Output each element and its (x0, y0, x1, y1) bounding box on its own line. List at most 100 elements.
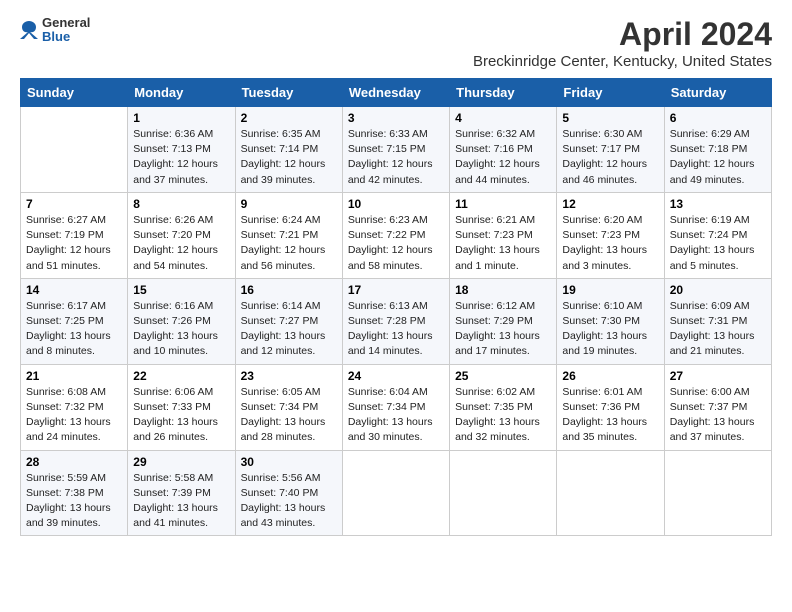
day-number: 11 (455, 197, 551, 211)
logo-bird-icon (20, 19, 38, 41)
cell-content: Sunrise: 6:08 AM Sunset: 7:32 PM Dayligh… (26, 385, 122, 446)
calendar-cell: 27Sunrise: 6:00 AM Sunset: 7:37 PM Dayli… (664, 364, 771, 450)
calendar-cell: 15 Sunrise: 6:16 AM Sunset: 7:26 PM Dayli… (128, 278, 235, 364)
calendar-cell: 23 Sunrise: 6:05 AM Sunset: 7:34 PM Dayli… (235, 364, 342, 450)
calendar-cell: 24 Sunrise: 6:04 AM Sunset: 7:34 PM Dayli… (342, 364, 449, 450)
calendar-cell: 29Sunrise: 5:58 AM Sunset: 7:39 PM Dayli… (128, 450, 235, 536)
cell-content: Sunrise: 5:56 AM Sunset: 7:40 PM Dayligh… (241, 471, 337, 532)
calendar-header: SundayMondayTuesdayWednesdayThursdayFrid… (21, 79, 772, 107)
cell-content: Sunrise: 6:10 AM Sunset: 7:30 PM Dayligh… (562, 299, 658, 360)
calendar-table: SundayMondayTuesdayWednesdayThursdayFrid… (20, 78, 772, 536)
cell-content: Sunrise: 6:09 AM Sunset: 7:31 PM Dayligh… (670, 299, 766, 360)
cell-content: Sunrise: 6:00 AM Sunset: 7:37 PM Dayligh… (670, 385, 766, 446)
calendar-cell: 11Sunrise: 6:21 AM Sunset: 7:23 PM Dayli… (450, 192, 557, 278)
calendar-cell: 1Sunrise: 6:36 AM Sunset: 7:13 PM Daylig… (128, 107, 235, 193)
calendar-cell: 28Sunrise: 5:59 AM Sunset: 7:38 PM Dayli… (21, 450, 128, 536)
cell-content: Sunrise: 5:59 AM Sunset: 7:38 PM Dayligh… (26, 471, 122, 532)
calendar-cell: 3 Sunrise: 6:33 AM Sunset: 7:15 PM Daylig… (342, 107, 449, 193)
cell-content: Sunrise: 6:35 AM Sunset: 7:14 PM Dayligh… (241, 127, 337, 188)
day-number: 14 (26, 283, 122, 297)
day-number: 25 (455, 369, 551, 383)
cell-content: Sunrise: 6:01 AM Sunset: 7:36 PM Dayligh… (562, 385, 658, 446)
cell-content: Sunrise: 6:26 AM Sunset: 7:20 PM Dayligh… (133, 213, 229, 274)
cell-content: Sunrise: 6:05 AM Sunset: 7:34 PM Dayligh… (241, 385, 337, 446)
title-area: April 2024 Breckinridge Center, Kentucky… (473, 16, 772, 70)
calendar-cell: 10 Sunrise: 6:23 AM Sunset: 7:22 PM Dayli… (342, 192, 449, 278)
calendar-cell: 19Sunrise: 6:10 AM Sunset: 7:30 PM Dayli… (557, 278, 664, 364)
calendar-cell: 21 Sunrise: 6:08 AM Sunset: 7:32 PM Dayli… (21, 364, 128, 450)
calendar-cell (342, 450, 449, 536)
cell-content: Sunrise: 6:29 AM Sunset: 7:18 PM Dayligh… (670, 127, 766, 188)
cell-content: Sunrise: 6:32 AM Sunset: 7:16 PM Dayligh… (455, 127, 551, 188)
day-number: 12 (562, 197, 658, 211)
day-number: 21 (26, 369, 122, 383)
calendar-cell (21, 107, 128, 193)
day-number: 2 (241, 111, 337, 125)
header-day-saturday: Saturday (664, 79, 771, 107)
header-day-sunday: Sunday (21, 79, 128, 107)
header-day-monday: Monday (128, 79, 235, 107)
page-title: April 2024 (473, 16, 772, 53)
day-number: 22 (133, 369, 229, 383)
calendar-cell (664, 450, 771, 536)
day-number: 3 (348, 111, 444, 125)
day-number: 26 (562, 369, 658, 383)
cell-content: Sunrise: 6:02 AM Sunset: 7:35 PM Dayligh… (455, 385, 551, 446)
calendar-cell: 8Sunrise: 6:26 AM Sunset: 7:20 PM Daylig… (128, 192, 235, 278)
cell-content: Sunrise: 6:06 AM Sunset: 7:33 PM Dayligh… (133, 385, 229, 446)
calendar-cell: 4 Sunrise: 6:32 AM Sunset: 7:16 PM Daylig… (450, 107, 557, 193)
calendar-week-2: 7 Sunrise: 6:27 AM Sunset: 7:19 PM Daylig… (21, 192, 772, 278)
calendar-cell: 17 Sunrise: 6:13 AM Sunset: 7:28 PM Dayli… (342, 278, 449, 364)
day-number: 1 (133, 111, 229, 125)
cell-content: Sunrise: 6:04 AM Sunset: 7:34 PM Dayligh… (348, 385, 444, 446)
day-number: 24 (348, 369, 444, 383)
day-number: 13 (670, 197, 766, 211)
calendar-cell: 13 Sunrise: 6:19 AM Sunset: 7:24 PM Dayli… (664, 192, 771, 278)
day-number: 20 (670, 283, 766, 297)
calendar-week-1: 1Sunrise: 6:36 AM Sunset: 7:13 PM Daylig… (21, 107, 772, 193)
calendar-cell: 9Sunrise: 6:24 AM Sunset: 7:21 PM Daylig… (235, 192, 342, 278)
header-day-wednesday: Wednesday (342, 79, 449, 107)
calendar-cell: 20 Sunrise: 6:09 AM Sunset: 7:31 PM Dayli… (664, 278, 771, 364)
calendar-week-3: 14 Sunrise: 6:17 AM Sunset: 7:25 PM Dayli… (21, 278, 772, 364)
cell-content: Sunrise: 6:19 AM Sunset: 7:24 PM Dayligh… (670, 213, 766, 274)
logo: General Blue (20, 16, 90, 45)
day-number: 7 (26, 197, 122, 211)
header-row: SundayMondayTuesdayWednesdayThursdayFrid… (21, 79, 772, 107)
header-day-tuesday: Tuesday (235, 79, 342, 107)
calendar-cell: 18 Sunrise: 6:12 AM Sunset: 7:29 PM Dayli… (450, 278, 557, 364)
calendar-cell: 12 Sunrise: 6:20 AM Sunset: 7:23 PM Dayli… (557, 192, 664, 278)
header-day-thursday: Thursday (450, 79, 557, 107)
page-subtitle: Breckinridge Center, Kentucky, United St… (473, 53, 772, 70)
cell-content: Sunrise: 6:33 AM Sunset: 7:15 PM Dayligh… (348, 127, 444, 188)
calendar-week-5: 28Sunrise: 5:59 AM Sunset: 7:38 PM Dayli… (21, 450, 772, 536)
cell-content: Sunrise: 6:20 AM Sunset: 7:23 PM Dayligh… (562, 213, 658, 274)
logo-blue: Blue (42, 30, 90, 44)
calendar-cell: 26 Sunrise: 6:01 AM Sunset: 7:36 PM Dayli… (557, 364, 664, 450)
cell-content: Sunrise: 6:16 AM Sunset: 7:26 PM Dayligh… (133, 299, 229, 360)
day-number: 15 (133, 283, 229, 297)
cell-content: Sunrise: 6:13 AM Sunset: 7:28 PM Dayligh… (348, 299, 444, 360)
calendar-cell: 6 Sunrise: 6:29 AM Sunset: 7:18 PM Daylig… (664, 107, 771, 193)
calendar-cell: 2 Sunrise: 6:35 AM Sunset: 7:14 PM Daylig… (235, 107, 342, 193)
cell-content: Sunrise: 6:12 AM Sunset: 7:29 PM Dayligh… (455, 299, 551, 360)
day-number: 18 (455, 283, 551, 297)
header-day-friday: Friday (557, 79, 664, 107)
calendar-body: 1Sunrise: 6:36 AM Sunset: 7:13 PM Daylig… (21, 107, 772, 536)
calendar-cell: 5Sunrise: 6:30 AM Sunset: 7:17 PM Daylig… (557, 107, 664, 193)
cell-content: Sunrise: 6:27 AM Sunset: 7:19 PM Dayligh… (26, 213, 122, 274)
cell-content: Sunrise: 6:14 AM Sunset: 7:27 PM Dayligh… (241, 299, 337, 360)
day-number: 17 (348, 283, 444, 297)
calendar-cell (450, 450, 557, 536)
day-number: 9 (241, 197, 337, 211)
calendar-cell: 7 Sunrise: 6:27 AM Sunset: 7:19 PM Daylig… (21, 192, 128, 278)
day-number: 6 (670, 111, 766, 125)
day-number: 30 (241, 455, 337, 469)
day-number: 10 (348, 197, 444, 211)
cell-content: Sunrise: 5:58 AM Sunset: 7:39 PM Dayligh… (133, 471, 229, 532)
calendar-cell: 14 Sunrise: 6:17 AM Sunset: 7:25 PM Dayli… (21, 278, 128, 364)
cell-content: Sunrise: 6:23 AM Sunset: 7:22 PM Dayligh… (348, 213, 444, 274)
cell-content: Sunrise: 6:17 AM Sunset: 7:25 PM Dayligh… (26, 299, 122, 360)
day-number: 23 (241, 369, 337, 383)
day-number: 4 (455, 111, 551, 125)
